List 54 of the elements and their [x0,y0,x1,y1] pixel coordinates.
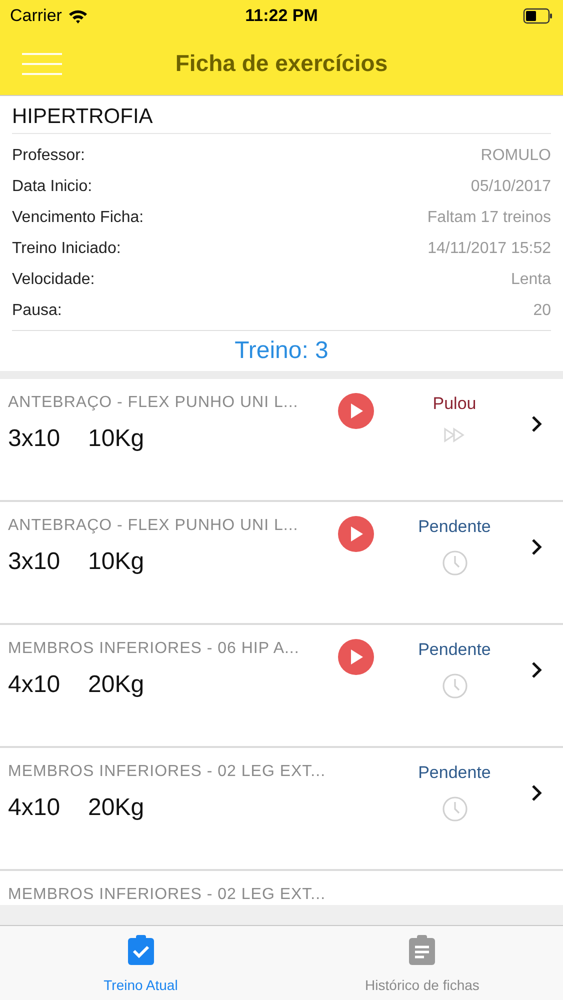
screen-title: Ficha de exercícios [175,49,388,78]
field-label: Professor: [12,146,85,166]
exercise-name: MEMBROS INFERIORES - 02 LEG EXT... [8,886,326,903]
battery-icon [523,8,553,24]
weight: 20Kg [88,670,144,700]
clock-icon [442,796,468,822]
tab[interactable]: Treino Atual [0,926,282,1000]
status-label: Pendente [418,762,491,784]
clock-time: 11:22 PM [245,5,318,28]
field-label: Vencimento Ficha: [12,208,144,228]
exercise-row[interactable]: ANTEBRAÇO - FLEX PUNHO UNI L... 3x10 10Kg Pulou [0,379,563,502]
carrier-label: Carrier [10,5,62,28]
play-button[interactable] [338,393,374,429]
clipboard-check-icon [126,935,155,965]
plan-name: HIPERTROFIA [12,100,551,134]
exercise-row[interactable]: MEMBROS INFERIORES - 02 LEG EXT... 4x10 20Kg Pendente [0,748,563,871]
sets-reps: 4x10 [8,793,60,823]
play-button[interactable] [338,639,374,675]
status-label: Pulou [432,393,476,415]
play-button[interactable] [338,516,374,552]
exercise-row[interactable]: MEMBROS INFERIORES - 06 HIP A... 4x10 20Kg Pendente [0,625,563,748]
field-value: Faltam 17 treinos [427,208,551,228]
clock-icon [442,672,468,698]
exercise-row[interactable]: ANTEBRAÇO - FLEX PUNHO UNI L... 3x10 10Kg Pendente [0,502,563,625]
exercise-name: ANTEBRAÇO - FLEX PUNHO UNI L... [8,393,300,413]
exercise-name: MEMBROS INFERIORES - 02 LEG EXT... [8,762,327,782]
fast-forward-icon [442,426,466,442]
field-value: 05/10/2017 [470,176,551,196]
exercise-name: ANTEBRAÇO - FLEX PUNHO UNI L... [8,516,300,536]
chevron-right-icon[interactable] [531,784,543,802]
chevron-right-icon[interactable] [531,661,543,679]
weight: 20Kg [88,793,144,823]
clock-icon [442,550,468,576]
field-value: 14/11/2017 15:52 [428,238,551,258]
field-value: 20 [533,300,551,320]
status-label: Pendente [418,516,491,538]
chevron-right-icon[interactable] [531,538,543,556]
field-label: Pausa: [12,300,62,320]
status-label: Pendente [418,639,491,661]
sets-reps: 4x10 [8,670,60,700]
field-label: Data Inicio: [12,176,92,196]
field-label: Velocidade: [12,270,95,290]
field-value: Lenta [510,270,551,290]
exercise-name: MEMBROS INFERIORES - 06 HIP A... [8,639,300,659]
session-label: Treino: 3 [234,336,330,366]
weight: 10Kg [88,424,144,454]
sets-reps: 3x10 [8,424,60,454]
field-label: Treino Iniciado: [12,238,121,258]
weight: 10Kg [88,547,144,577]
sets-reps: 3x10 [8,547,60,577]
wifi-icon [68,8,88,24]
field-value: ROMULO [480,146,551,166]
chevron-right-icon[interactable] [531,415,543,433]
clipboard-list-icon [408,935,436,965]
